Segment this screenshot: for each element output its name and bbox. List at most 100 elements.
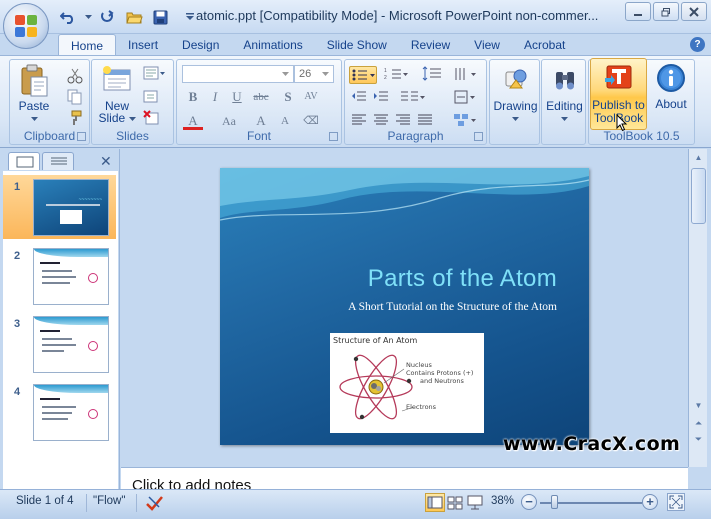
font-name-combo[interactable] — [182, 65, 294, 83]
italic-icon[interactable]: I — [205, 88, 225, 106]
dialog-launcher-icon[interactable] — [77, 132, 86, 141]
zoom-in-button[interactable]: + — [642, 494, 658, 510]
tab-slide-show[interactable]: Slide Show — [315, 34, 399, 56]
title-bar: atomic.ppt [Compatibility Mode] - Micros… — [0, 0, 711, 34]
group-editing: Editing — [541, 59, 586, 145]
shadow-icon[interactable]: S — [278, 88, 298, 106]
undo-icon[interactable] — [58, 7, 78, 27]
dialog-launcher-icon[interactable] — [474, 132, 483, 141]
paste-button[interactable]: Paste — [14, 64, 54, 124]
zoom-slider-thumb[interactable] — [551, 495, 558, 509]
font-color-icon[interactable]: A — [183, 112, 203, 130]
delete-slide-icon[interactable] — [143, 110, 159, 126]
close-button[interactable] — [681, 2, 707, 21]
group-label-font: Font — [246, 129, 271, 143]
tab-review[interactable]: Review — [399, 34, 462, 56]
current-slide[interactable]: Parts of the Atom A Short Tutorial on th… — [220, 168, 589, 445]
paste-icon — [18, 64, 50, 97]
open-icon[interactable] — [124, 7, 144, 27]
save-icon[interactable] — [150, 7, 170, 27]
font-size-combo[interactable]: 26 — [294, 65, 334, 83]
tab-view[interactable]: View — [462, 34, 512, 56]
reset-icon[interactable] — [143, 88, 159, 104]
minimize-button[interactable] — [625, 2, 651, 21]
zoom-level[interactable]: 38% — [491, 495, 514, 507]
align-left-icon[interactable] — [351, 112, 367, 128]
scroll-down-icon[interactable]: ▼ — [691, 399, 706, 412]
increase-indent-icon[interactable] — [373, 89, 389, 105]
customize-icon[interactable] — [184, 7, 196, 27]
spell-check-icon[interactable] — [145, 494, 165, 515]
nucleus-label-protons: Contains Protons (+) — [406, 369, 474, 377]
tab-home[interactable]: Home — [58, 34, 117, 56]
change-case-icon[interactable]: Aa — [215, 112, 243, 130]
slide-show-view-icon[interactable] — [465, 493, 485, 512]
toolbook-icon — [603, 63, 635, 96]
clear-formatting-icon[interactable]: ⌫ — [301, 112, 321, 130]
align-text-icon[interactable] — [453, 89, 481, 105]
align-right-icon[interactable] — [395, 112, 411, 128]
publish-to-toolbook-button[interactable]: Publish to ToolBook — [590, 58, 647, 132]
smartart-icon[interactable] — [453, 112, 481, 128]
pane-tabs: ✕ — [8, 152, 118, 170]
quick-access-toolbar — [58, 7, 196, 27]
redo-icon[interactable] — [98, 7, 118, 27]
scrollbar-thumb[interactable] — [691, 168, 706, 224]
slide-title[interactable]: Parts of the Atom — [220, 265, 589, 293]
office-button[interactable] — [3, 3, 49, 49]
text-direction-icon[interactable] — [453, 66, 481, 82]
close-pane-icon[interactable]: ✕ — [100, 153, 112, 170]
decrease-indent-icon[interactable] — [351, 89, 367, 105]
atom-diagram[interactable]: Structure of An Atom Nucleus Contains Pr… — [330, 333, 484, 433]
grow-font-icon[interactable]: A — [251, 112, 271, 130]
strikethrough-icon[interactable]: abc — [251, 88, 271, 106]
tab-insert[interactable]: Insert — [116, 34, 170, 56]
notes-pane[interactable]: Click to add notes — [121, 467, 688, 489]
slide-sorter-view-icon[interactable] — [445, 493, 465, 512]
underline-icon[interactable]: U — [227, 88, 247, 106]
notes-placeholder[interactable]: Click to add notes — [132, 477, 251, 489]
tab-design[interactable]: Design — [170, 34, 231, 56]
zoom-out-button[interactable]: − — [521, 494, 537, 510]
about-button[interactable]: About — [650, 62, 692, 110]
scroll-up-icon[interactable]: ▲ — [691, 151, 706, 164]
character-spacing-icon[interactable]: AV — [301, 88, 321, 106]
restore-button[interactable] — [653, 2, 679, 21]
previous-slide-icon[interactable]: ⏶ — [691, 417, 706, 430]
bullets-icon[interactable] — [349, 66, 377, 84]
new-slide-button[interactable]: New Slide — [94, 64, 140, 124]
slide-wave-decoration — [220, 168, 589, 221]
cut-icon[interactable] — [67, 68, 83, 84]
drawing-button[interactable]: Drawing — [490, 64, 541, 124]
tab-animations[interactable]: Animations — [231, 34, 314, 56]
dialog-launcher-icon[interactable] — [329, 132, 338, 141]
vertical-scrollbar[interactable]: ▲ ▼ ⏶ ⏷ — [688, 149, 707, 467]
slide-thumbnail[interactable]: 2 — [3, 244, 116, 308]
help-icon[interactable]: ? — [690, 37, 705, 52]
next-slide-icon[interactable]: ⏷ — [691, 433, 706, 446]
bold-icon[interactable]: B — [183, 88, 203, 106]
columns-icon[interactable] — [399, 89, 427, 105]
group-slides: New Slide Slides — [91, 59, 174, 145]
tab-outline[interactable] — [42, 152, 74, 170]
svg-text:1: 1 — [384, 68, 387, 74]
align-center-icon[interactable] — [373, 112, 389, 128]
slide-thumbnail[interactable]: 1 ~~~~~~~~ — [3, 175, 116, 239]
normal-view-icon[interactable] — [425, 493, 445, 512]
window-title: atomic.ppt [Compatibility Mode] - Micros… — [196, 8, 599, 23]
tab-acrobat[interactable]: Acrobat — [512, 34, 577, 56]
slide-thumbnail[interactable]: 3 — [3, 312, 116, 376]
editing-button[interactable]: Editing — [542, 64, 587, 124]
fit-to-window-icon[interactable] — [667, 493, 685, 511]
tab-slides[interactable] — [8, 152, 40, 170]
chevron-down-icon[interactable] — [84, 7, 92, 27]
justify-icon[interactable] — [417, 112, 433, 128]
copy-icon[interactable] — [67, 89, 83, 105]
slide-thumbnail[interactable]: 4 — [3, 380, 116, 444]
slide-subtitle[interactable]: A Short Tutorial on the Structure of the… — [220, 301, 589, 313]
layout-icon[interactable] — [143, 66, 167, 82]
format-painter-icon[interactable] — [67, 110, 83, 126]
numbering-icon[interactable]: 12 — [383, 66, 411, 82]
shrink-font-icon[interactable]: A — [275, 112, 295, 130]
line-spacing-icon[interactable] — [421, 66, 449, 82]
